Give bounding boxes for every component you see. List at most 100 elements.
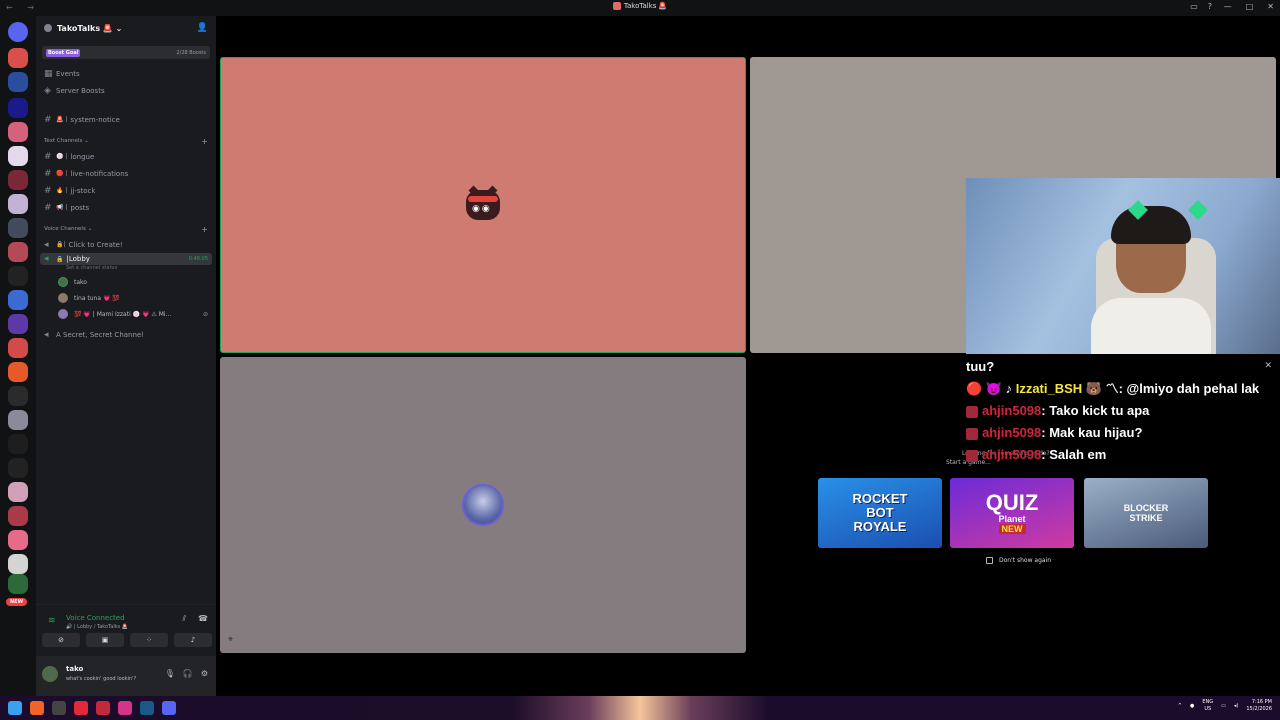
server-icon-20[interactable] — [8, 506, 28, 526]
game-card-blocker-strike[interactable]: BLOCKER STRIKE — [1084, 478, 1208, 548]
hash-icon: # — [44, 151, 52, 162]
server-icon-17[interactable] — [8, 434, 28, 454]
minimize-icon[interactable]: — — [1224, 2, 1232, 11]
language-indicator[interactable]: ENG US — [1202, 699, 1213, 713]
participant-tile-tako[interactable]: ◉◉ — [220, 57, 746, 353]
server-icon-21[interactable] — [8, 530, 28, 550]
user-avatar[interactable] — [42, 666, 58, 682]
participant-tile-3[interactable]: ⌖ — [220, 357, 746, 653]
activity-launcher-icon[interactable]: ⌖ — [228, 635, 233, 645]
chat-line: ahjin5098: Mak kau hijau? — [966, 422, 1280, 444]
noise-suppression-icon[interactable]: ⫽ — [182, 614, 186, 624]
channel-sidebar: TakoTalks 🚨 ⌄ 👤 Boost Goal 2/28 Boosts ▦… — [36, 16, 216, 696]
menu-server-boosts[interactable]: ◈ Server Boosts — [36, 82, 216, 99]
boost-icon: ◈ — [44, 85, 51, 96]
server-icon-6[interactable] — [8, 170, 28, 190]
channel-jj-stock[interactable]: # 🔥 | jj-stock — [36, 182, 216, 199]
volume-icon[interactable]: ◂) — [1234, 703, 1238, 709]
game-card-quiz-planet[interactable]: QUIZ Planet NEW — [950, 478, 1074, 548]
voice-member-mami-izzati[interactable]: 💯 💗 | Mami Izzati 🍥 💗 ⚠ Mi... ⊘ — [36, 306, 216, 322]
voice-member-tako[interactable]: tako — [36, 274, 216, 290]
user-controls: 🎙 🎧 ⚙ — [165, 669, 208, 678]
channel-status[interactable]: Set a channel status — [36, 265, 216, 274]
server-icon-18[interactable] — [8, 458, 28, 478]
app-icon-red[interactable] — [74, 701, 88, 715]
app-icon-pink[interactable] — [118, 701, 132, 715]
server-icon-22[interactable] — [8, 554, 28, 574]
server-icon-13[interactable] — [8, 338, 28, 358]
start-icon[interactable] — [8, 701, 22, 715]
chevron-up-icon[interactable]: ^ — [1178, 703, 1182, 709]
headphones-icon[interactable]: 🎧 — [183, 669, 193, 678]
channel-longue[interactable]: # 🍥 | longue — [36, 148, 216, 165]
server-icon-10[interactable] — [8, 266, 28, 286]
twitch-icon — [966, 405, 978, 418]
windows-taskbar: ^ ● ENG US ▭ ◂) 7:16 PM 15/2/2026 — [0, 696, 1280, 720]
title-bar: ← → TakoTalks 🚨 ▭ ? — □ ✕ — [0, 0, 1280, 16]
channel-secret[interactable]: ◂ A Secret, Secret Channel — [36, 326, 216, 343]
camera-off-button[interactable]: ⊘ — [42, 633, 80, 647]
clock[interactable]: 7:16 PM 15/2/2026 — [1246, 699, 1272, 713]
channel-live-notifications[interactable]: # 🔴 | live-notifications — [36, 165, 216, 182]
close-window-icon[interactable]: ✕ — [1267, 2, 1274, 11]
dont-show-again[interactable]: Don't show again — [986, 557, 1051, 564]
server-icon-16[interactable] — [8, 410, 28, 430]
boost-goal-bar[interactable]: Boost Goal 2/28 Boosts — [42, 46, 210, 59]
network-icon[interactable]: ▭ — [1221, 703, 1226, 709]
screen-share-button[interactable]: ▣ — [86, 633, 124, 647]
server-icon-8[interactable] — [8, 218, 28, 238]
hash-icon: # — [44, 168, 52, 179]
server-header[interactable]: TakoTalks 🚨 ⌄ 👤 — [36, 16, 216, 40]
server-icon-2[interactable] — [8, 72, 28, 92]
signal-icon[interactable]: ≋ — [48, 616, 56, 626]
github-icon[interactable] — [52, 701, 66, 715]
menu-events[interactable]: ▦ Events — [36, 65, 216, 82]
add-member-icon[interactable]: 👤 — [197, 23, 208, 33]
add-channel-icon[interactable]: + — [201, 137, 208, 146]
game-card-rocket-bot-royale[interactable]: ROCKET BOT ROYALE — [818, 478, 942, 548]
app-icon-red-2[interactable] — [96, 701, 110, 715]
discord-home-icon[interactable] — [8, 22, 28, 42]
activities-button[interactable]: ⁘ — [130, 633, 168, 647]
tray-icon[interactable]: ● — [1190, 703, 1194, 709]
steam-icon[interactable] — [140, 701, 154, 715]
server-takotalks[interactable] — [8, 48, 28, 68]
add-channel-icon[interactable]: + — [201, 225, 208, 234]
server-icon-9[interactable] — [8, 242, 28, 262]
checkbox[interactable] — [986, 557, 993, 564]
close-icon[interactable]: ✕ — [1264, 361, 1272, 371]
help-icon[interactable]: ? — [1208, 2, 1212, 11]
lock-icon: 🔒 — [56, 255, 64, 263]
gear-icon[interactable]: ⚙ — [201, 669, 208, 678]
category-voice-channels[interactable]: Voice Channels ⌄ + — [36, 222, 216, 236]
channel-click-to-create[interactable]: ◂ 🔒| Click to Create! — [36, 236, 216, 253]
chevron-down-icon: ⌄ — [115, 23, 123, 33]
inbox-icon[interactable]: ▭ — [1190, 2, 1198, 11]
disconnect-icon[interactable]: ☎ — [198, 614, 208, 624]
server-icon-7[interactable] — [8, 194, 28, 214]
microphone-icon[interactable]: 🎙 — [165, 669, 175, 678]
maximize-icon[interactable]: □ — [1246, 2, 1254, 11]
voice-member-tina-tuna[interactable]: tina tuna 💗 💯 — [36, 290, 216, 306]
channel-posts[interactable]: # 📢 | posts — [36, 199, 216, 216]
channel-lobby[interactable]: ◂ 🔒 | Lobby 0:48:05 — [40, 253, 212, 265]
server-icon-3[interactable] — [8, 98, 28, 118]
server-icon-23[interactable] — [8, 574, 28, 594]
server-icon-4[interactable] — [8, 122, 28, 142]
server-icon-11[interactable] — [8, 290, 28, 310]
voice-actions: ⫽ ☎ — [182, 614, 208, 624]
server-icon-5[interactable] — [8, 146, 28, 166]
hash-icon: # — [44, 114, 52, 125]
window-title: TakoTalks 🚨 — [0, 2, 1280, 10]
category-text-channels[interactable]: Text Channels ⌄ + — [36, 134, 216, 148]
discord-icon[interactable] — [162, 701, 176, 715]
channel-system-notice[interactable]: # 🚨 | system-notice — [36, 111, 216, 128]
server-icon-12[interactable] — [8, 314, 28, 334]
server-rail: NEW — [0, 16, 36, 696]
server-icon-19[interactable] — [8, 482, 28, 502]
brave-icon[interactable] — [30, 701, 44, 715]
soundboard-button[interactable]: ♪ — [174, 633, 212, 647]
server-icon-15[interactable] — [8, 386, 28, 406]
lock-icon: 🔒| — [56, 241, 66, 248]
server-icon-14[interactable] — [8, 362, 28, 382]
